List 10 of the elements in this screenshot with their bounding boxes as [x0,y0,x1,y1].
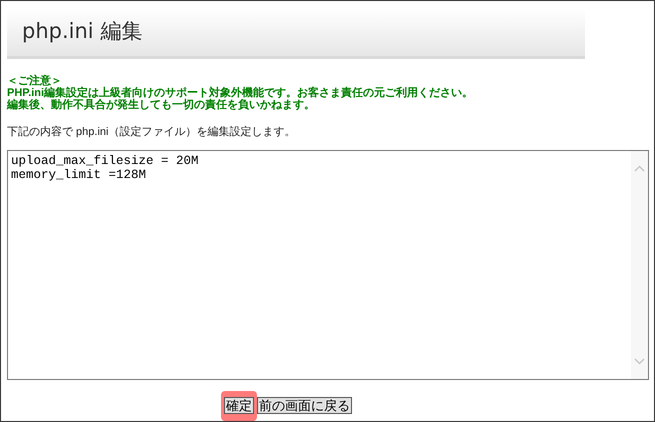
description-text: 下記の内容で php.ini（設定ファイル）を編集設定します。 [7,124,296,140]
page-title: php.ini 編集 [22,18,142,46]
notice-text: PHP.ini編集設定は上級者向けのサポート対象外機能です。お客さま責任の元ご利用ください。 [7,86,474,99]
scroll-down-icon[interactable] [634,358,645,365]
confirm-button[interactable]: 確定 [224,397,254,414]
text-area-field[interactable]: upload_max_filesize = 20M memory_limit =128M [7,150,649,380]
scroll-up-icon[interactable] [634,165,645,172]
notice-text: ＜ご注意＞ [7,74,62,87]
back-button[interactable]: 前の画面に戻る [257,397,352,414]
notice-text: 編集後、動作不具合が発生しても一切の責任を負いかねます。 [7,98,315,111]
